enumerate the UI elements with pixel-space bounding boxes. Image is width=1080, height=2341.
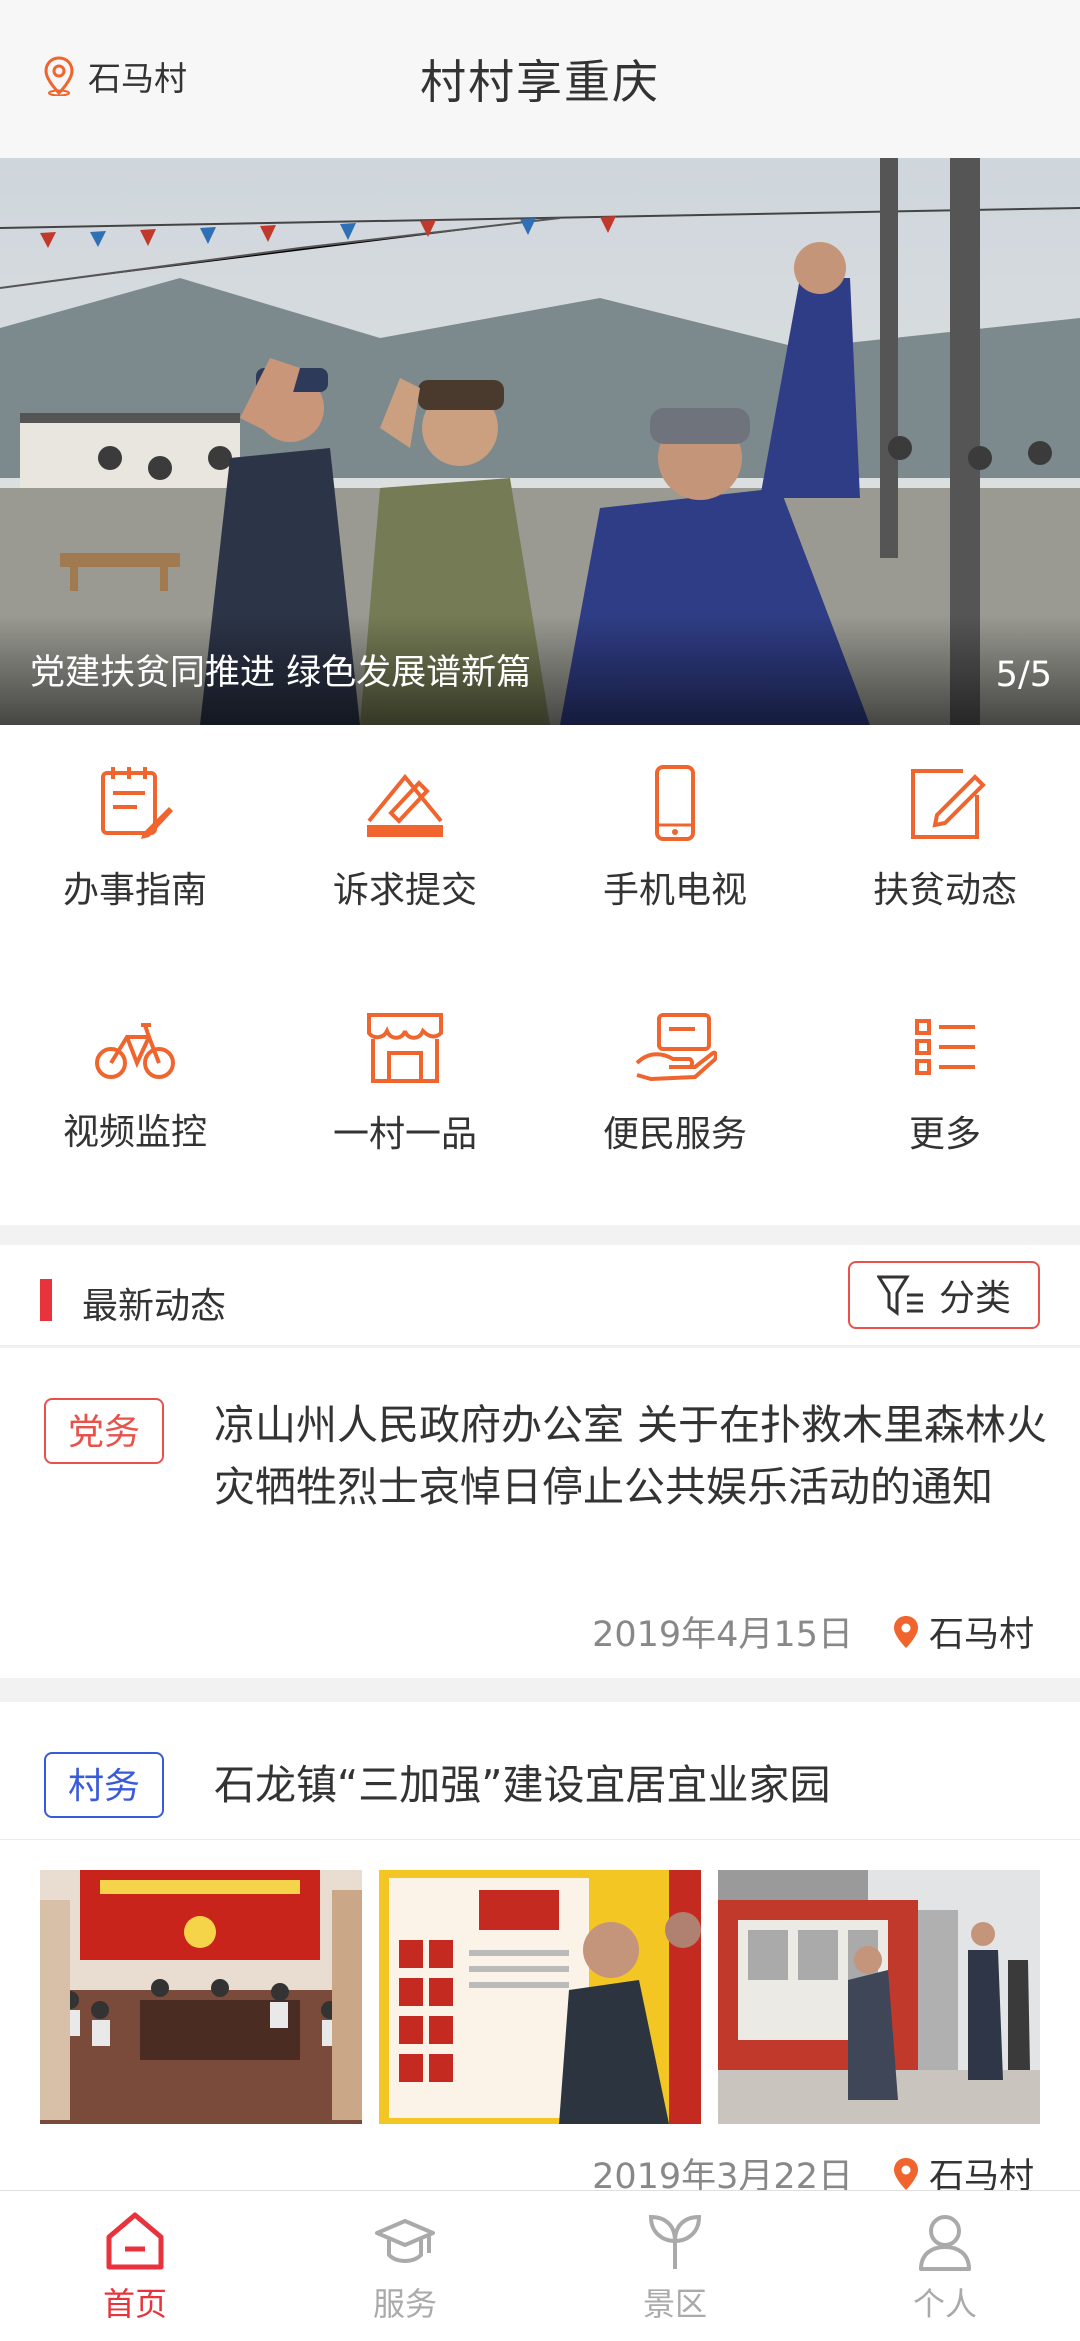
grid-label: 扶贫动态 xyxy=(872,870,1017,911)
store-icon xyxy=(367,1013,443,1083)
bulletin-board-image xyxy=(379,1870,701,2124)
grid-label: 办事指南 xyxy=(62,870,207,911)
news-thumbnail[interactable] xyxy=(40,1870,362,2124)
filter-label: 分类 xyxy=(938,1278,1011,1319)
news-thumbnail[interactable] xyxy=(379,1870,701,2124)
grid-label: 一村一品 xyxy=(332,1114,477,1155)
news-title: 石龙镇“三加强”建设宜居宜业家园 xyxy=(214,1761,831,1809)
section-title: 最新动态 xyxy=(82,1286,227,1327)
grid-label: 视频监控 xyxy=(62,1112,207,1153)
grid-item-guide[interactable]: 办事指南 xyxy=(0,763,270,983)
app-title: 村村享重庆 xyxy=(420,55,660,109)
grid-label: 手机电视 xyxy=(602,870,747,911)
bottom-tab-bar: 首页 服务 景区 个人 xyxy=(0,2190,1080,2341)
tab-service[interactable]: 服务 xyxy=(270,2209,540,2325)
banner-caption: 党建扶贫同推进 绿色发展谱新篇 xyxy=(30,653,532,693)
divider xyxy=(0,1839,1080,1840)
grid-item-poverty-news[interactable]: 扶贫动态 xyxy=(810,763,1080,983)
news-tag: 党务 xyxy=(44,1398,164,1464)
notice-wall-image xyxy=(718,1870,1040,2124)
list-icon xyxy=(915,1019,975,1075)
grid-label: 诉求提交 xyxy=(332,870,477,911)
tab-scenic[interactable]: 景区 xyxy=(540,2209,810,2325)
filter-icon xyxy=(876,1275,923,1316)
latest-news-header: 最新动态 分类 xyxy=(0,1245,1080,1346)
location-pin-icon xyxy=(893,2157,918,2190)
news-item[interactable]: 党务 凉山州人民政府办公室 关于在扑救木里森林火灾牺牲烈士哀悼日停止公共娱乐活动… xyxy=(0,1348,1080,1678)
grid-item-video-monitor[interactable]: 视频监控 xyxy=(0,1015,270,1235)
grid-label: 更多 xyxy=(908,1114,981,1155)
bicycle-icon xyxy=(95,1023,175,1079)
news-date: 2019年4月15日 xyxy=(592,1615,853,1655)
tab-label: 个人 xyxy=(912,2285,977,2323)
guide-icon xyxy=(101,767,173,839)
banner-page-indicator: 5/5 xyxy=(995,655,1052,695)
grid-item-one-village[interactable]: 一村一品 xyxy=(270,1007,540,1227)
grid-item-convenience[interactable]: 便民服务 xyxy=(540,1007,810,1227)
edit-icon xyxy=(911,769,986,839)
grid-item-more[interactable]: 更多 xyxy=(810,1007,1080,1227)
top-header: 石马村 村村享重庆 xyxy=(0,0,1080,159)
function-grid: 办事指南 诉求提交 手机电视 扶贫动态 视频监控 一村一品 便民服务 更多 xyxy=(0,725,1080,1225)
grid-item-mobile-tv[interactable]: 手机电视 xyxy=(540,763,810,983)
news-item[interactable]: 村务 石龙镇“三加强”建设宜居宜业家园 2019年3月22日 石马村 xyxy=(0,1702,1080,2197)
mobile-tv-icon xyxy=(655,765,695,841)
tab-label: 首页 xyxy=(102,2285,167,2323)
news-meta: 2019年4月15日 石马村 xyxy=(592,1606,1034,1657)
tab-label: 景区 xyxy=(642,2285,707,2323)
user-icon xyxy=(919,2215,971,2271)
hand-card-icon xyxy=(635,1013,717,1082)
meeting-room-image xyxy=(40,1870,362,2124)
news-location: 石马村 xyxy=(928,1615,1034,1655)
grid-item-submit[interactable]: 诉求提交 xyxy=(270,763,540,983)
tab-label: 服务 xyxy=(372,2285,437,2323)
submit-icon xyxy=(367,773,443,837)
sprout-icon xyxy=(648,2214,702,2269)
home-icon xyxy=(106,2212,164,2270)
news-thumbnail[interactable] xyxy=(718,1870,1040,2124)
tab-personal[interactable]: 个人 xyxy=(810,2209,1080,2325)
graduation-cap-icon xyxy=(375,2219,435,2263)
banner-carousel[interactable]: 党建扶贫同推进 绿色发展谱新篇 5/5 xyxy=(0,158,1080,725)
news-tag: 村务 xyxy=(44,1752,164,1818)
news-thumbnails xyxy=(40,1870,1040,2124)
section-accent-bar xyxy=(40,1279,52,1321)
news-title: 凉山州人民政府办公室 关于在扑救木里森林火灾牺牲烈士哀悼日停止公共娱乐活动的通知 xyxy=(214,1401,1048,1511)
location-pin-icon xyxy=(893,1615,918,1648)
category-filter-button[interactable]: 分类 xyxy=(848,1261,1040,1329)
grid-label: 便民服务 xyxy=(602,1114,747,1155)
tab-home[interactable]: 首页 xyxy=(0,2209,270,2325)
